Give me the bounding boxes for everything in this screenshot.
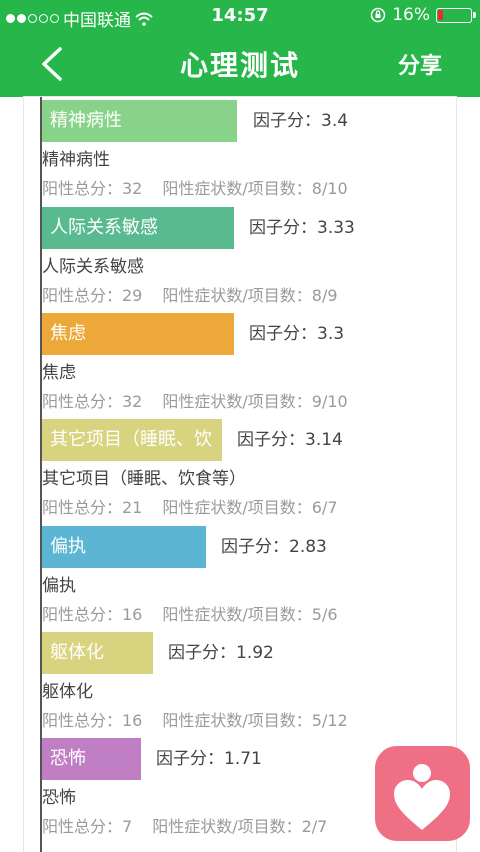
symptom-ratio: 阳性症状数/项目数：2/7 [152, 817, 328, 836]
factor-bar: 恐怖 [42, 738, 141, 780]
factor-bar: 其它项目（睡眠、饮 [42, 419, 222, 461]
factor-score: 因子分：3.33 [249, 218, 355, 238]
factor-stats: 阳性总分：16 阳性症状数/项目数：5/6 [42, 601, 338, 625]
positive-total: 阳性总分：32 [42, 179, 143, 198]
factor-bar: 偏执 [42, 526, 206, 568]
factor-stats: 阳性总分：32 阳性症状数/项目数：8/10 [42, 175, 348, 199]
share-button[interactable]: 分享 [398, 48, 442, 80]
factor-bar: 焦虑 [42, 313, 234, 355]
factor-score: 因子分：3.4 [253, 111, 349, 131]
factor-score: 因子分：3.3 [249, 324, 345, 344]
symptom-ratio: 阳性症状数/项目数：6/7 [162, 498, 338, 517]
factor-score: 因子分：2.83 [221, 537, 327, 557]
factor-stats: 阳性总分：21 阳性症状数/项目数：6/7 [42, 494, 338, 518]
status-bar: 中国联通 14:57 16% [0, 0, 480, 32]
heart-app-button[interactable] [375, 746, 470, 841]
battery-icon [436, 7, 476, 23]
factor-stats: 阳性总分：32 阳性症状数/项目数：9/10 [42, 388, 348, 412]
symptom-ratio: 阳性症状数/项目数：9/10 [162, 392, 348, 411]
symptom-ratio: 阳性症状数/项目数：5/12 [162, 711, 348, 730]
app-header: 中国联通 14:57 16% 心理测试 分享 [0, 0, 480, 97]
positive-total: 阳性总分：32 [42, 392, 143, 411]
positive-total: 阳性总分：7 [42, 817, 133, 836]
factor-stats: 阳性总分：16 阳性症状数/项目数：5/12 [42, 707, 348, 731]
symptom-ratio: 阳性症状数/项目数：8/10 [162, 179, 348, 198]
positive-total: 阳性总分：16 [42, 605, 143, 624]
factor-bar: 人际关系敏感 [42, 207, 234, 249]
results-card: 精神病性 因子分：3.4 精神病性 阳性总分：32 阳性症状数/项目数：8/10 人际关系… [24, 97, 456, 852]
positive-total: 阳性总分：16 [42, 711, 143, 730]
battery-percent: 16% [392, 5, 430, 25]
factor-name: 偏执 [42, 576, 76, 596]
factor-name: 人际关系敏感 [42, 257, 144, 277]
factor-bar: 精神病性 [42, 100, 237, 142]
positive-total: 阳性总分：29 [42, 286, 143, 305]
heart-person-icon [394, 764, 450, 830]
symptom-ratio: 阳性症状数/项目数：8/9 [162, 286, 338, 305]
symptom-ratio: 阳性症状数/项目数：5/6 [162, 605, 338, 624]
factor-stats: 阳性总分：29 阳性症状数/项目数：8/9 [42, 282, 338, 306]
factor-score: 因子分：1.92 [168, 643, 274, 663]
factor-name: 精神病性 [42, 150, 110, 170]
factor-score: 因子分：3.14 [237, 430, 343, 450]
factor-name: 躯体化 [42, 682, 93, 702]
factor-score: 因子分：1.71 [156, 749, 262, 769]
factor-bar: 躯体化 [42, 632, 153, 674]
rotation-lock-icon [370, 7, 386, 23]
positive-total: 阳性总分：21 [42, 498, 143, 517]
navigation-bar: 心理测试 分享 [0, 32, 480, 97]
factor-name: 恐怖 [42, 788, 76, 808]
factor-name: 其它项目（睡眠、饮食等） [42, 469, 246, 489]
factor-name: 焦虑 [42, 363, 76, 383]
factor-stats: 阳性总分：7 阳性症状数/项目数：2/7 [42, 813, 327, 837]
